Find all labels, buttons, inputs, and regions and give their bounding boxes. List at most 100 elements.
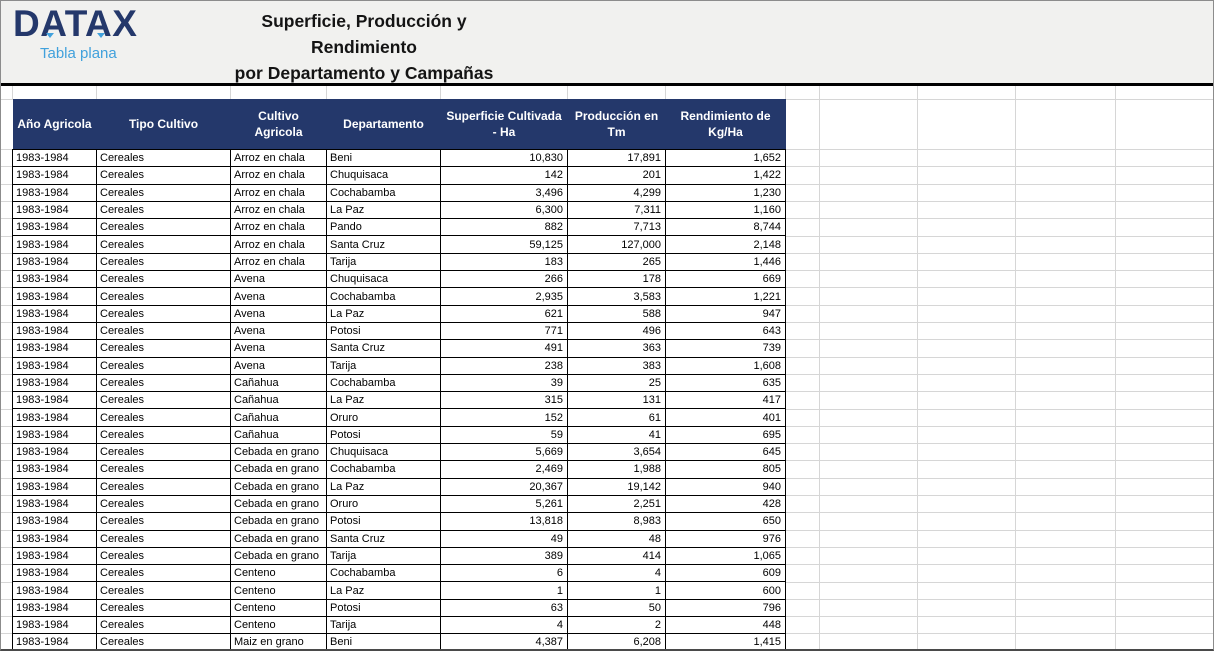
table-cell[interactable]: Cereales xyxy=(97,599,231,616)
table-cell[interactable]: 1983-1984 xyxy=(13,167,97,184)
table-cell[interactable]: Cereales xyxy=(97,271,231,288)
table-cell[interactable]: Cebada en grano xyxy=(231,513,327,530)
table-cell[interactable]: Santa Cruz xyxy=(327,340,441,357)
table-cell[interactable]: 1983-1984 xyxy=(13,288,97,305)
table-cell[interactable]: Arroz en chala xyxy=(231,184,327,201)
table-cell[interactable]: Cereales xyxy=(97,444,231,461)
table-cell[interactable]: 496 xyxy=(568,322,666,339)
table-cell[interactable]: 1983-1984 xyxy=(13,582,97,599)
table-cell[interactable]: Cereales xyxy=(97,530,231,547)
table-cell[interactable]: 152 xyxy=(441,409,568,426)
table-cell[interactable]: 1983-1984 xyxy=(13,219,97,236)
table-cell[interactable]: 1983-1984 xyxy=(13,530,97,547)
table-cell[interactable]: 796 xyxy=(666,599,786,616)
table-cell[interactable]: 1983-1984 xyxy=(13,236,97,253)
table-cell[interactable]: 39 xyxy=(441,374,568,391)
table-cell[interactable]: Cereales xyxy=(97,617,231,634)
table-cell[interactable]: Cereales xyxy=(97,426,231,443)
table-cell[interactable]: Cereales xyxy=(97,357,231,374)
table-cell[interactable]: Chuquisaca xyxy=(327,271,441,288)
table-cell[interactable]: Cereales xyxy=(97,219,231,236)
table-cell[interactable]: 61 xyxy=(568,409,666,426)
table-cell[interactable]: Cañahua xyxy=(231,426,327,443)
table-cell[interactable]: 6,300 xyxy=(441,201,568,218)
table-cell[interactable]: 2,469 xyxy=(441,461,568,478)
table-cell[interactable]: Cebada en grano xyxy=(231,461,327,478)
column-header-produccion[interactable]: Producción en Tm xyxy=(568,99,666,150)
table-cell[interactable]: 41 xyxy=(568,426,666,443)
table-cell[interactable]: 588 xyxy=(568,305,666,322)
table-cell[interactable]: Potosi xyxy=(327,513,441,530)
table-cell[interactable]: Oruro xyxy=(327,495,441,512)
table-cell[interactable]: Cereales xyxy=(97,495,231,512)
table-cell[interactable]: 17,891 xyxy=(568,150,666,167)
table-cell[interactable]: 1983-1984 xyxy=(13,374,97,391)
table-cell[interactable]: 2,251 xyxy=(568,495,666,512)
table-cell[interactable]: 1983-1984 xyxy=(13,392,97,409)
table-cell[interactable]: Tarija xyxy=(327,617,441,634)
table-cell[interactable]: 448 xyxy=(666,617,786,634)
table-cell[interactable]: 1983-1984 xyxy=(13,599,97,616)
table-cell[interactable]: Cereales xyxy=(97,582,231,599)
table-cell[interactable]: Maiz en grano xyxy=(231,634,327,651)
table-cell[interactable]: 49 xyxy=(441,530,568,547)
table-cell[interactable]: 1983-1984 xyxy=(13,305,97,322)
table-cell[interactable]: Centeno xyxy=(231,582,327,599)
table-cell[interactable]: 127,000 xyxy=(568,236,666,253)
table-cell[interactable]: Avena xyxy=(231,357,327,374)
table-cell[interactable]: 1,988 xyxy=(568,461,666,478)
table-cell[interactable]: 1983-1984 xyxy=(13,634,97,651)
table-cell[interactable]: 1983-1984 xyxy=(13,565,97,582)
table-cell[interactable]: 25 xyxy=(568,374,666,391)
table-cell[interactable]: 401 xyxy=(666,409,786,426)
table-cell[interactable]: 19,142 xyxy=(568,478,666,495)
table-cell[interactable]: 383 xyxy=(568,357,666,374)
table-cell[interactable]: Tarija xyxy=(327,547,441,564)
table-cell[interactable]: Cereales xyxy=(97,565,231,582)
table-cell[interactable]: Cochabamba xyxy=(327,374,441,391)
table-cell[interactable]: 1983-1984 xyxy=(13,253,97,270)
table-cell[interactable]: 266 xyxy=(441,271,568,288)
table-cell[interactable]: Cereales xyxy=(97,478,231,495)
table-cell[interactable]: 8,744 xyxy=(666,219,786,236)
table-cell[interactable]: 315 xyxy=(441,392,568,409)
table-cell[interactable]: Cereales xyxy=(97,409,231,426)
column-header-superficie[interactable]: Superficie Cultivada - Ha xyxy=(441,99,568,150)
table-cell[interactable]: 2,148 xyxy=(666,236,786,253)
table-cell[interactable]: 178 xyxy=(568,271,666,288)
table-cell[interactable]: 1,221 xyxy=(666,288,786,305)
table-cell[interactable]: 59 xyxy=(441,426,568,443)
table-cell[interactable]: 4,387 xyxy=(441,634,568,651)
table-cell[interactable]: 1983-1984 xyxy=(13,513,97,530)
table-cell[interactable]: Arroz en chala xyxy=(231,253,327,270)
table-cell[interactable]: 59,125 xyxy=(441,236,568,253)
table-cell[interactable]: 1983-1984 xyxy=(13,409,97,426)
table-cell[interactable]: 1983-1984 xyxy=(13,201,97,218)
table-cell[interactable]: La Paz xyxy=(327,305,441,322)
table-cell[interactable]: Cochabamba xyxy=(327,288,441,305)
table-cell[interactable]: 3,654 xyxy=(568,444,666,461)
table-cell[interactable]: Cochabamba xyxy=(327,461,441,478)
table-cell[interactable]: Arroz en chala xyxy=(231,236,327,253)
table-cell[interactable]: 1 xyxy=(441,582,568,599)
table-cell[interactable]: Cereales xyxy=(97,305,231,322)
table-cell[interactable]: 1983-1984 xyxy=(13,340,97,357)
table-cell[interactable]: 389 xyxy=(441,547,568,564)
table-cell[interactable]: 4 xyxy=(441,617,568,634)
table-cell[interactable]: 1,230 xyxy=(666,184,786,201)
table-cell[interactable]: La Paz xyxy=(327,201,441,218)
table-cell[interactable]: Cereales xyxy=(97,374,231,391)
table-cell[interactable]: Beni xyxy=(327,150,441,167)
table-cell[interactable]: 1983-1984 xyxy=(13,426,97,443)
table-cell[interactable]: Pando xyxy=(327,219,441,236)
column-header-ano-agricola[interactable]: Año Agricola xyxy=(13,99,97,150)
table-cell[interactable]: 1,422 xyxy=(666,167,786,184)
table-cell[interactable]: 1983-1984 xyxy=(13,150,97,167)
table-cell[interactable]: Centeno xyxy=(231,599,327,616)
table-cell[interactable]: 3,496 xyxy=(441,184,568,201)
table-cell[interactable]: Centeno xyxy=(231,565,327,582)
table-cell[interactable]: 491 xyxy=(441,340,568,357)
table-cell[interactable]: 4 xyxy=(568,565,666,582)
table-cell[interactable]: Cereales xyxy=(97,236,231,253)
column-header-departamento[interactable]: Departamento xyxy=(327,99,441,150)
